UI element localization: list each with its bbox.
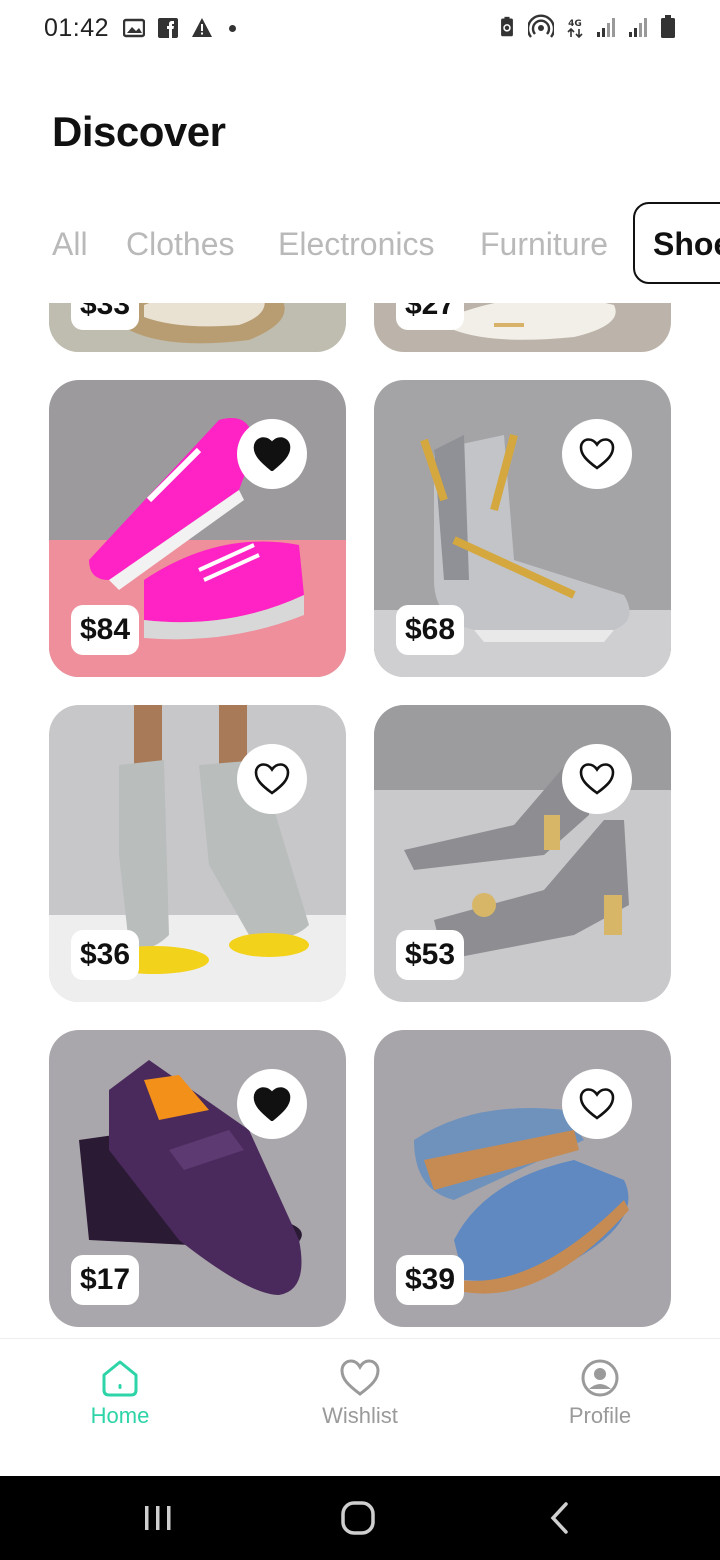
price-badge: $17: [71, 1255, 140, 1305]
favorite-button[interactable]: [562, 744, 632, 814]
favorite-button[interactable]: [562, 419, 632, 489]
favorite-button[interactable]: [237, 1069, 307, 1139]
heart-outline-icon: [579, 763, 615, 795]
nav-wishlist-label: Wishlist: [322, 1403, 398, 1428]
tab-electronics[interactable]: Electronics: [278, 226, 435, 263]
tab-clothes[interactable]: Clothes: [126, 226, 235, 263]
signal-icon: [597, 18, 615, 37]
signal-icon: [629, 18, 647, 37]
nav-wishlist[interactable]: Wishlist: [280, 1357, 440, 1429]
price-badge: $68: [396, 605, 465, 655]
bottom-nav: Home Wishlist Profile: [0, 1338, 720, 1476]
favorite-button[interactable]: [237, 419, 307, 489]
product-grid[interactable]: $33 $27 $84 $68 $36 $53 $17 $39: [0, 303, 720, 1338]
nav-profile-label: Profile: [568, 1403, 632, 1428]
4g-icon: 4G: [567, 19, 583, 38]
user-circle-icon: [581, 1359, 619, 1397]
nav-profile[interactable]: Profile: [520, 1357, 680, 1429]
home-circle-icon[interactable]: [338, 1498, 378, 1538]
home-icon: [102, 1360, 138, 1397]
product-card[interactable]: $84: [49, 380, 346, 677]
facebook-icon: [158, 18, 179, 38]
price-badge: $53: [396, 930, 465, 980]
product-card[interactable]: $68: [374, 380, 671, 677]
recents-icon[interactable]: [138, 1498, 178, 1538]
tab-all[interactable]: All: [52, 226, 88, 263]
page-title: Discover: [52, 108, 226, 155]
status-system-icons: 4G: [496, 14, 676, 40]
image-icon: [123, 18, 146, 38]
nav-home[interactable]: Home: [40, 1357, 200, 1429]
tab-shoes[interactable]: Shoes: [633, 202, 720, 284]
product-card[interactable]: $27: [374, 303, 671, 352]
heart-outline-icon: [579, 1088, 615, 1120]
system-nav-bar: [0, 1476, 720, 1560]
favorite-button[interactable]: [562, 1069, 632, 1139]
price-badge: $33: [71, 303, 140, 330]
battery-icon: [661, 15, 675, 38]
tab-furniture[interactable]: Furniture: [480, 226, 608, 263]
dot-icon: [229, 24, 237, 32]
heart-filled-icon: [253, 437, 291, 471]
heart-icon: [340, 1359, 380, 1396]
heart-outline-icon: [579, 438, 615, 470]
svg-text:4G: 4G: [568, 19, 582, 29]
product-card[interactable]: $36: [49, 705, 346, 1002]
product-card[interactable]: $39: [374, 1030, 671, 1327]
heart-outline-icon: [254, 763, 290, 795]
product-card[interactable]: $17: [49, 1030, 346, 1327]
price-badge: $84: [71, 605, 140, 655]
price-badge: $27: [396, 303, 465, 330]
category-tabs[interactable]: All Clothes Electronics Furniture Shoes: [0, 202, 720, 286]
nav-home-label: Home: [90, 1403, 150, 1428]
price-badge: $36: [71, 930, 140, 980]
back-icon[interactable]: [540, 1498, 580, 1538]
product-card[interactable]: $33: [49, 303, 346, 352]
status-time: 01:42: [44, 13, 110, 42]
warning-icon: [192, 18, 213, 37]
hotspot-icon: [528, 14, 554, 38]
product-card[interactable]: $53: [374, 705, 671, 1002]
status-bar: 01:42 4G: [0, 0, 720, 56]
status-notification-icons: [123, 17, 237, 39]
price-badge: $39: [396, 1255, 465, 1305]
battery-saver-icon: [501, 16, 513, 37]
favorite-button[interactable]: [237, 744, 307, 814]
heart-filled-icon: [253, 1087, 291, 1121]
